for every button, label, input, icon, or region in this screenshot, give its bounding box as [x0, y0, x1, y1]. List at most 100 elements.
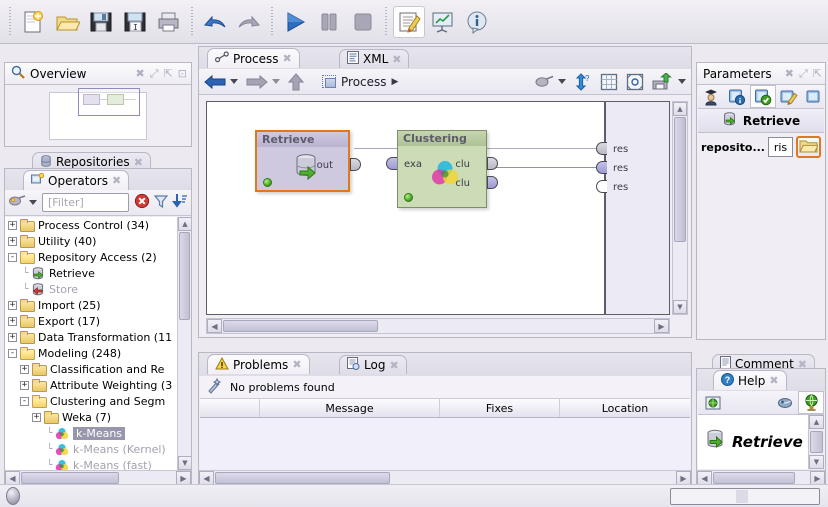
problems-hscroll-thumb[interactable] — [215, 472, 390, 484]
restore-icon[interactable]: ⊡ — [178, 67, 187, 80]
expert-mode-icon[interactable] — [698, 85, 724, 108]
problems-table-body[interactable] — [200, 418, 690, 469]
filter-view-icon[interactable] — [534, 74, 554, 90]
help-hscroll-thumb[interactable] — [713, 472, 795, 484]
chevron-down-icon[interactable] — [29, 200, 37, 205]
sort-descending-icon[interactable] — [172, 193, 188, 212]
operator-tree-item[interactable]: + Import (25) — [5, 297, 177, 313]
help-scroll-down-button[interactable]: ▼ — [809, 455, 824, 469]
help-globe-icon[interactable] — [798, 391, 824, 414]
operator-tree-item[interactable]: - Repository Access (2) — [5, 249, 177, 265]
input-port-exa[interactable] — [386, 157, 397, 170]
column-header-location[interactable]: Location — [560, 399, 690, 417]
close-icon[interactable]: ✖ — [283, 52, 292, 65]
operator-tree-item[interactable]: - Modeling (248) — [5, 345, 177, 361]
search-input[interactable]: [Filter] — [42, 193, 129, 212]
dock-icon[interactable]: ⇱ — [813, 67, 822, 80]
operator-tree-item[interactable]: └ k-Means — [5, 425, 177, 441]
operator-tree-item[interactable]: └ k-Means (Kernel) — [5, 441, 177, 457]
expand-toggle-icon[interactable]: + — [8, 300, 17, 310]
tab-problems[interactable]: Problems ✖ — [207, 354, 310, 374]
overview-viewport-rect[interactable] — [78, 87, 140, 116]
operator-tree-item[interactable]: - Clustering and Segm — [5, 393, 177, 409]
operator-tree-rows[interactable]: + Process Control (34) + Utility (40) - Repos… — [5, 217, 177, 470]
help-vscrollbar[interactable]: ▲ ▼ — [808, 415, 824, 469]
tab-xml[interactable]: XML ✖ — [339, 49, 410, 68]
close-icon[interactable]: ✖ — [292, 358, 301, 371]
chevron-right-icon[interactable]: ▶ — [392, 77, 399, 87]
chevron-down-icon[interactable] — [272, 79, 280, 84]
help-vscroll-thumb[interactable] — [810, 431, 823, 453]
overview-miniature[interactable] — [49, 87, 147, 140]
tab-help[interactable]: ? Help ✖ — [713, 370, 787, 390]
close-icon[interactable]: ✖ — [134, 156, 143, 169]
expand-toggle-icon[interactable]: + — [32, 412, 41, 422]
validate-check-icon[interactable] — [750, 85, 776, 108]
close-icon[interactable]: ✖ — [136, 67, 145, 80]
canvas-vscroll-thumb[interactable] — [674, 117, 686, 242]
expand-toggle-icon[interactable]: + — [8, 236, 17, 246]
scroll-up-button[interactable]: ▲ — [178, 217, 191, 231]
help-wiki-icon[interactable] — [772, 391, 798, 414]
export-image-icon[interactable] — [652, 72, 672, 91]
canvas-scroll-up-button[interactable]: ▲ — [673, 102, 687, 116]
output-port-clu-1[interactable] — [487, 157, 498, 170]
collapse-toggle-icon[interactable]: - — [8, 348, 17, 358]
fit-to-screen-icon[interactable] — [626, 73, 644, 91]
operator-tree-item[interactable]: + Classification and Re — [5, 361, 177, 377]
clear-filter-icon[interactable] — [134, 193, 150, 212]
operator-tree-item[interactable]: + Attribute Weighting (3 — [5, 377, 177, 393]
operator-node-retrieve[interactable]: Retrieve out — [255, 130, 361, 192]
collapse-toggle-icon[interactable]: - — [8, 252, 17, 262]
vscroll-thumb[interactable] — [179, 232, 190, 320]
close-icon[interactable]: ✖ — [389, 359, 398, 372]
collapse-toggle-icon[interactable]: - — [20, 396, 29, 406]
save-as-button[interactable]: I — [119, 6, 151, 38]
canvas-hscrollbar[interactable]: ◀ ▶ — [206, 318, 670, 334]
grid-icon[interactable] — [600, 73, 618, 91]
expand-toggle-icon[interactable]: + — [20, 364, 29, 374]
repository-browse-button[interactable] — [795, 136, 821, 158]
result-port-3[interactable] — [596, 180, 607, 193]
maximize-icon[interactable]: ⤢ — [150, 67, 159, 81]
operator-tree-item[interactable]: + Utility (40) — [5, 233, 177, 249]
undo-button[interactable] — [199, 6, 231, 38]
print-button[interactable] — [153, 6, 185, 38]
process-canvas[interactable]: Retrieve out Clustering exa clu clu res … — [206, 101, 670, 315]
close-icon[interactable]: ✖ — [785, 67, 794, 80]
canvas-scroll-right-button[interactable]: ▶ — [654, 319, 669, 333]
dock-icon[interactable]: ⇱ — [164, 67, 173, 80]
operator-tree-item[interactable]: └ Store — [5, 281, 177, 297]
chevron-down-icon[interactable] — [230, 79, 238, 84]
run-button[interactable] — [279, 6, 311, 38]
help-local-icon[interactable] — [700, 391, 726, 414]
help-scroll-up-button[interactable]: ▲ — [809, 415, 824, 429]
tab-process[interactable]: Process ✖ — [207, 48, 300, 68]
problems-hscrollbar[interactable]: ◀ ▶ — [199, 470, 691, 486]
column-header-fixes[interactable]: Fixes — [440, 399, 560, 417]
canvas-hscroll-thumb[interactable] — [223, 320, 378, 332]
open-process-button[interactable] — [51, 6, 83, 38]
results-perspective-button[interactable] — [427, 6, 459, 38]
new-process-button[interactable] — [17, 6, 49, 38]
breadcrumb[interactable]: Process ▶ — [322, 75, 398, 89]
close-icon[interactable]: ✖ — [392, 53, 401, 66]
back-arrow-icon[interactable] — [204, 73, 226, 91]
funnel-filter-icon[interactable] — [153, 193, 169, 212]
close-icon[interactable]: ✖ — [112, 174, 121, 187]
output-port-out[interactable] — [350, 158, 361, 171]
extra-panel-icon[interactable] — [802, 85, 824, 108]
output-port-clu-2[interactable] — [487, 176, 498, 189]
close-icon[interactable]: ✖ — [769, 374, 778, 387]
operator-tree-hscrollbar[interactable]: ◀ ▶ — [5, 470, 191, 486]
parameter-value-input[interactable]: ris — [768, 137, 793, 157]
expand-toggle-icon[interactable]: + — [8, 332, 17, 342]
stop-button[interactable] — [347, 6, 379, 38]
chevron-down-icon[interactable] — [558, 79, 566, 84]
expand-toggle-icon[interactable]: + — [20, 380, 29, 390]
operator-tree-item[interactable]: + Weka (7) — [5, 409, 177, 425]
canvas-vscrollbar[interactable]: ▲ ▼ — [672, 101, 688, 315]
maximize-icon[interactable]: ⤢ — [799, 67, 808, 81]
design-perspective-button[interactable] — [393, 5, 425, 38]
auto-layout-icon[interactable]: ? — [574, 72, 592, 91]
